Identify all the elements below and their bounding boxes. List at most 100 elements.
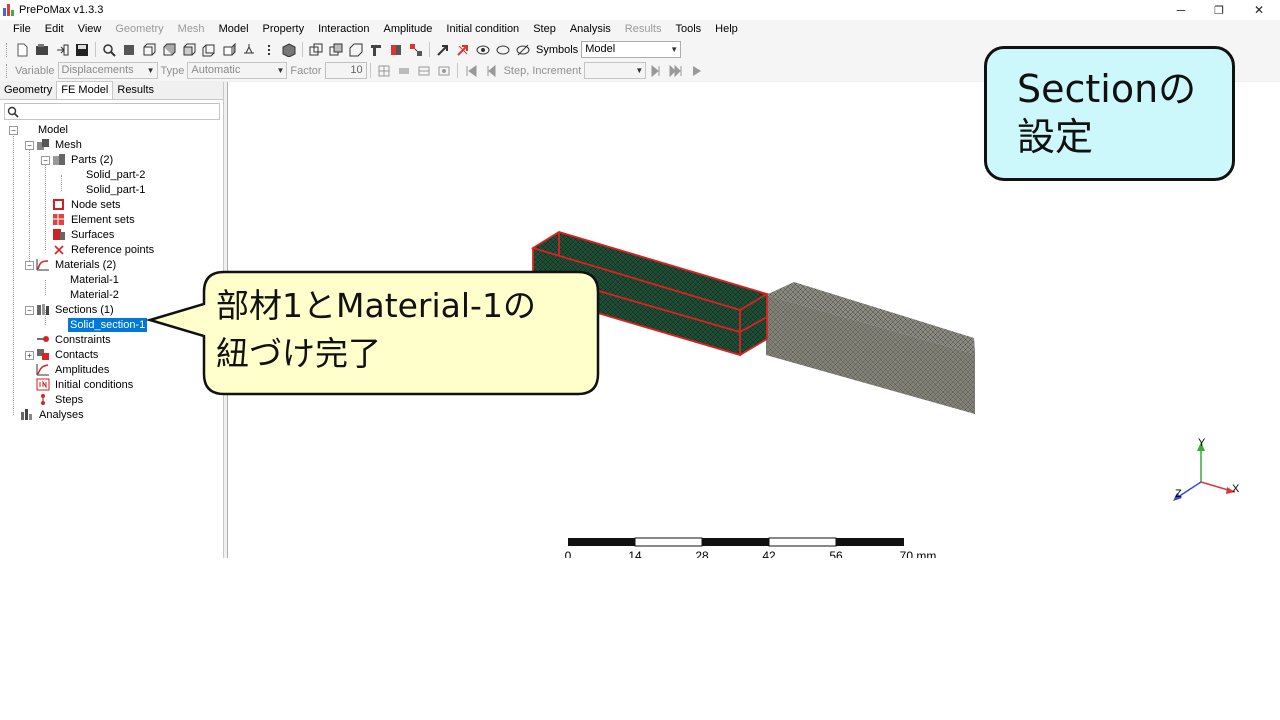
section-title-callout: Sectionの 設定 (984, 46, 1235, 181)
tree-item-solid-part-1[interactable]: Solid_part-1 (84, 182, 147, 197)
view-normal-icon[interactable] (241, 42, 257, 58)
reference-point-icon (52, 243, 66, 256)
animation-icon[interactable] (436, 63, 452, 79)
menu-bar: File Edit View Geometry Mesh Model Prope… (0, 20, 1280, 39)
menu-file[interactable]: File (6, 20, 38, 39)
tree-item-steps[interactable]: Steps (36, 392, 85, 407)
tree-search-input[interactable] (4, 103, 220, 120)
maximize-button[interactable]: ❐ (1200, 0, 1238, 20)
hide-all-icon[interactable] (515, 42, 531, 58)
expand-toggle[interactable]: − (41, 156, 50, 165)
expand-toggle[interactable]: + (25, 351, 34, 360)
menu-view[interactable]: View (71, 20, 109, 39)
menu-step[interactable]: Step (526, 20, 563, 39)
wireframe-icon[interactable] (328, 42, 344, 58)
variable-dropdown[interactable]: Displacements ▼ (57, 62, 158, 79)
menu-tools[interactable]: Tools (668, 20, 708, 39)
clear-arrow-icon[interactable] (455, 42, 471, 58)
vertical-dots-icon[interactable] (261, 42, 277, 58)
first-step-icon[interactable] (463, 63, 479, 79)
steps-icon (36, 393, 50, 406)
play-icon[interactable] (688, 63, 704, 79)
tree-item-solid-part-2[interactable]: Solid_part-2 (84, 167, 147, 182)
grid-icon[interactable] (376, 63, 392, 79)
menu-results[interactable]: Results (618, 20, 669, 39)
node-sets-icon (52, 198, 66, 211)
import-icon[interactable] (54, 42, 70, 58)
menu-edit[interactable]: Edit (38, 20, 71, 39)
parts-icon (52, 153, 66, 166)
hide-icon[interactable] (495, 42, 511, 58)
next-step-icon[interactable] (648, 63, 664, 79)
toolbar-grip[interactable] (6, 63, 9, 78)
tree-item-constraints[interactable]: Constraints (36, 332, 113, 347)
tree-item-node-sets[interactable]: Node sets (52, 197, 123, 212)
tree-item-amplitudes[interactable]: Amplitudes (36, 362, 111, 377)
isometric-view-icon[interactable] (281, 42, 297, 58)
factor-input[interactable]: 10 (324, 62, 367, 79)
open-file-icon[interactable] (34, 42, 50, 58)
chevron-down-icon: ▼ (635, 66, 644, 75)
view-right-icon[interactable] (221, 42, 237, 58)
contacts-icon (36, 348, 50, 361)
tree-item-initial-conditions[interactable]: Initial conditions (36, 377, 135, 392)
expand-toggle[interactable]: − (25, 306, 34, 315)
arrow-icon[interactable] (435, 42, 451, 58)
tree-item-surfaces[interactable]: Surfaces (52, 227, 116, 242)
section-cut-icon[interactable] (388, 42, 404, 58)
tree-item-analyses[interactable]: Analyses (20, 407, 86, 422)
shaded-icon[interactable] (308, 42, 324, 58)
tree-item-element-sets[interactable]: Element sets (52, 212, 137, 227)
previous-step-icon[interactable] (483, 63, 499, 79)
menu-analysis[interactable]: Analysis (563, 20, 618, 39)
view-top-icon[interactable] (161, 42, 177, 58)
expand-toggle[interactable]: − (25, 141, 34, 150)
view-left-icon[interactable] (201, 42, 217, 58)
tree-item-mesh[interactable]: Mesh (36, 137, 84, 152)
tree-item-sections[interactable]: Sections (1) (36, 302, 116, 317)
zoom-icon[interactable] (101, 42, 117, 58)
legend-icon[interactable] (396, 63, 412, 79)
tree-item-contacts[interactable]: Contacts (36, 347, 100, 362)
menu-interaction[interactable]: Interaction (311, 20, 376, 39)
explode-icon[interactable] (408, 42, 424, 58)
axis-x-label: X (1232, 483, 1240, 495)
tab-fe-model[interactable]: FE Model (56, 81, 114, 99)
view-bottom-icon[interactable] (181, 42, 197, 58)
tree-item-material-2[interactable]: Material-2 (68, 287, 121, 302)
minimize-button[interactable]: ─ (1162, 0, 1200, 20)
last-step-icon[interactable] (668, 63, 684, 79)
expand-toggle[interactable]: − (25, 261, 34, 270)
edges-icon[interactable] (348, 42, 364, 58)
step-increment-dropdown[interactable]: ▼ (584, 62, 647, 79)
table-icon[interactable] (416, 63, 432, 79)
symbols-dropdown[interactable]: Model ▼ (581, 41, 682, 58)
menu-amplitude[interactable]: Amplitude (376, 20, 439, 39)
close-button[interactable]: ✕ (1240, 0, 1278, 20)
show-icon[interactable] (475, 42, 491, 58)
tree-item-parts[interactable]: Parts (2) (52, 152, 115, 167)
tree-item-materials[interactable]: Materials (2) (36, 257, 118, 272)
tree-item-material-1[interactable]: Material-1 (68, 272, 121, 287)
view-front-icon[interactable] (121, 42, 137, 58)
menu-property[interactable]: Property (256, 20, 312, 39)
new-file-icon[interactable] (14, 42, 30, 58)
expand-toggle[interactable]: − (9, 126, 18, 135)
tab-results[interactable]: Results (113, 82, 158, 99)
view-back-icon[interactable] (141, 42, 157, 58)
save-icon[interactable] (74, 42, 90, 58)
tree-item-reference-points[interactable]: Reference points (52, 242, 156, 257)
menu-geometry[interactable]: Geometry (108, 20, 170, 39)
window-title: PrePoMax v1.3.3 (19, 4, 104, 16)
tab-geometry[interactable]: Geometry (0, 82, 56, 99)
menu-mesh[interactable]: Mesh (171, 20, 212, 39)
menu-initial-condition[interactable]: Initial condition (439, 20, 526, 39)
tree-item-solid-section-1[interactable]: Solid_section-1 (68, 317, 148, 332)
menu-model[interactable]: Model (212, 20, 256, 39)
section-view-icon[interactable] (368, 42, 384, 58)
menu-help[interactable]: Help (708, 20, 745, 39)
toolbar-grip[interactable] (6, 42, 9, 57)
solid-part-1-mesh[interactable] (766, 282, 975, 414)
type-dropdown[interactable]: Automatic ▼ (187, 62, 288, 79)
tree-item-model[interactable]: Model (36, 122, 70, 137)
